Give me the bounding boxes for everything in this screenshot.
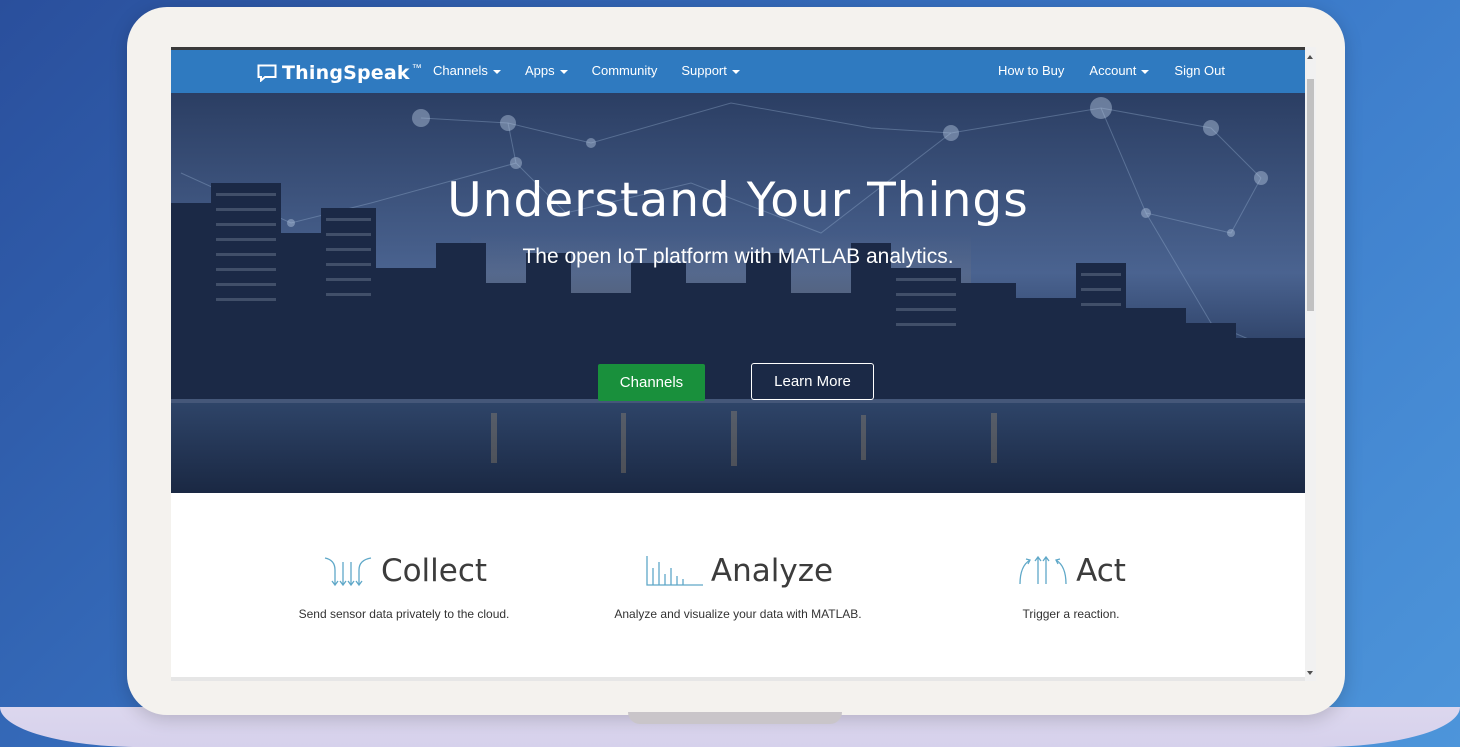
browser-viewport: ThingSpeak ™ Channels Apps Community Supp… [171, 47, 1316, 681]
nav-support[interactable]: Support [681, 63, 740, 78]
nav-sign-out[interactable]: Sign Out [1174, 63, 1225, 78]
brand-name: ThingSpeak [282, 62, 410, 84]
feature-act: Act Trigger a reaction. [991, 553, 1151, 621]
scroll-up-arrow-icon[interactable] [1307, 55, 1313, 59]
hero-title: Understand Your Things [447, 173, 1029, 228]
top-navbar: ThingSpeak ™ Channels Apps Community Supp… [171, 47, 1305, 93]
caret-down-icon [1141, 69, 1150, 74]
brand-logo[interactable]: ThingSpeak ™ [257, 62, 422, 84]
nav-channels[interactable]: Channels [433, 63, 501, 78]
scroll-thumb[interactable] [1307, 79, 1314, 311]
nav-how-to-buy[interactable]: How to Buy [998, 63, 1064, 78]
nav-apps[interactable]: Apps [525, 63, 568, 78]
feature-collect-title: Collect [380, 553, 488, 589]
learn-more-button[interactable]: Learn More [751, 363, 874, 400]
nav-right: How to Buy Account Sign Out [973, 63, 1225, 78]
speech-bubble-icon [257, 64, 277, 82]
collect-icon [324, 557, 372, 587]
caret-down-icon [492, 69, 501, 74]
scroll-down-arrow-icon[interactable] [1307, 671, 1313, 675]
hero-banner: Understand Your Things The open IoT plat… [171, 93, 1305, 493]
feature-act-description: Trigger a reaction. [1022, 607, 1120, 621]
feature-collect-description: Send sensor data privately to the cloud. [298, 607, 510, 621]
feature-analyze-title: Analyze [710, 553, 834, 589]
feature-collect: Collect Send sensor data privately to th… [289, 553, 519, 621]
brand-trademark: ™ [411, 62, 422, 74]
feature-analyze: Analyze Analyze and visualize your data … [608, 553, 868, 621]
laptop-hinge-notch [628, 712, 842, 724]
analyze-icon [646, 556, 703, 586]
nav-left: Channels Apps Community Support [433, 63, 764, 78]
feature-analyze-description: Analyze and visualize your data with MAT… [614, 607, 862, 621]
city-skyline-background [171, 93, 1305, 493]
hero-subtitle: The open IoT platform with MATLAB analyt… [522, 245, 954, 268]
feature-act-title: Act [1076, 553, 1126, 589]
caret-down-icon [731, 69, 740, 74]
nav-community[interactable]: Community [592, 63, 658, 78]
caret-down-icon [559, 69, 568, 74]
horizontal-scrollbar[interactable] [171, 677, 1305, 681]
vertical-scrollbar[interactable] [1305, 47, 1316, 681]
nav-account[interactable]: Account [1089, 63, 1150, 78]
channels-button[interactable]: Channels [598, 364, 705, 401]
act-icon [1019, 555, 1067, 585]
